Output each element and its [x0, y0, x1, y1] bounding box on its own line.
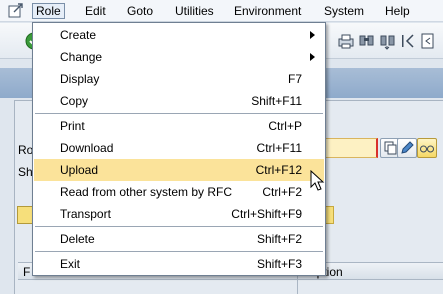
menu-item-download[interactable]: Download Ctrl+F11 [34, 137, 324, 159]
menu-system[interactable]: System [321, 3, 367, 19]
menu-item-label: Exit [60, 257, 81, 271]
menu-item-label: Copy [60, 94, 89, 108]
menu-item-shortcut: F7 [287, 72, 302, 86]
find-icon[interactable] [357, 31, 377, 51]
menu-item-upload[interactable]: Upload Ctrl+F12 [34, 159, 324, 181]
menu-item-label: Download [60, 141, 114, 155]
menu-item-exit[interactable]: Exit Shift+F3 [34, 253, 324, 275]
menu-environment[interactable]: Environment [231, 3, 304, 19]
first-page-icon[interactable] [399, 31, 419, 51]
mouse-pointer-icon [310, 170, 325, 191]
pencil-icon [401, 141, 414, 154]
glasses-icon [420, 145, 434, 153]
menu-item-create[interactable]: Create [34, 24, 324, 46]
menu-item-label: Change [60, 50, 103, 64]
menu-item-label: Read from other system by RFC [60, 185, 233, 199]
menu-item-shortcut: Ctrl+F12 [255, 163, 302, 177]
menu-item-label: Create [60, 28, 97, 42]
menu-item-label: Upload [60, 163, 99, 177]
menu-separator [35, 113, 323, 114]
find-next-icon[interactable] [378, 31, 398, 51]
menu-item-shortcut: Shift+F2 [256, 232, 302, 246]
menu-item-label: Transport [60, 207, 111, 221]
menu-item-shortcut: Ctrl+Shift+F9 [231, 207, 302, 221]
menu-role[interactable]: Role [32, 3, 65, 19]
short-text-field-label: Sh [18, 165, 33, 179]
menu-item-label: Delete [60, 232, 95, 246]
role-dropdown-menu: Create Change Display F7 Copy Shift+F11 … [32, 22, 326, 276]
menu-item-delete[interactable]: Delete Shift+F2 [34, 228, 324, 250]
menu-item-shortcut: Ctrl+P [268, 119, 302, 133]
menu-item-transport[interactable]: Transport Ctrl+Shift+F9 [34, 203, 324, 225]
menu-item-shortcut: Ctrl+F2 [262, 185, 302, 199]
menu-bar: Role Edit Goto Utilities Environment Sys… [0, 0, 443, 22]
menu-goto[interactable]: Goto [124, 3, 156, 19]
menu-item-change[interactable]: Change [34, 46, 324, 68]
menu-help[interactable]: Help [382, 3, 413, 19]
display-change-button[interactable] [417, 138, 437, 158]
menu-edit[interactable]: Edit [82, 3, 109, 19]
menu-item-shortcut: Shift+F3 [256, 257, 302, 271]
menu-item-shortcut: Ctrl+F11 [256, 141, 302, 155]
menu-item-copy[interactable]: Copy Shift+F11 [34, 90, 324, 112]
menu-item-display[interactable]: Display F7 [34, 68, 324, 90]
window-menu-icon[interactable] [8, 3, 24, 19]
menu-item-shortcut: Shift+F11 [251, 94, 302, 108]
menu-separator [35, 226, 323, 227]
role-input[interactable] [320, 138, 378, 158]
menu-item-read-from-other-system[interactable]: Read from other system by RFC Ctrl+F2 [34, 181, 324, 203]
table-column-header: F [23, 265, 31, 279]
print-icon[interactable] [336, 31, 356, 51]
submenu-arrow-icon [310, 31, 315, 39]
submenu-arrow-icon [310, 53, 315, 61]
menu-separator [35, 251, 323, 252]
menu-item-label: Display [60, 72, 100, 86]
menu-utilities[interactable]: Utilities [172, 3, 217, 19]
menu-item-label: Print [60, 119, 85, 133]
change-button[interactable] [397, 138, 417, 158]
menu-item-print[interactable]: Print Ctrl+P [34, 115, 324, 137]
previous-page-icon[interactable] [418, 31, 438, 51]
